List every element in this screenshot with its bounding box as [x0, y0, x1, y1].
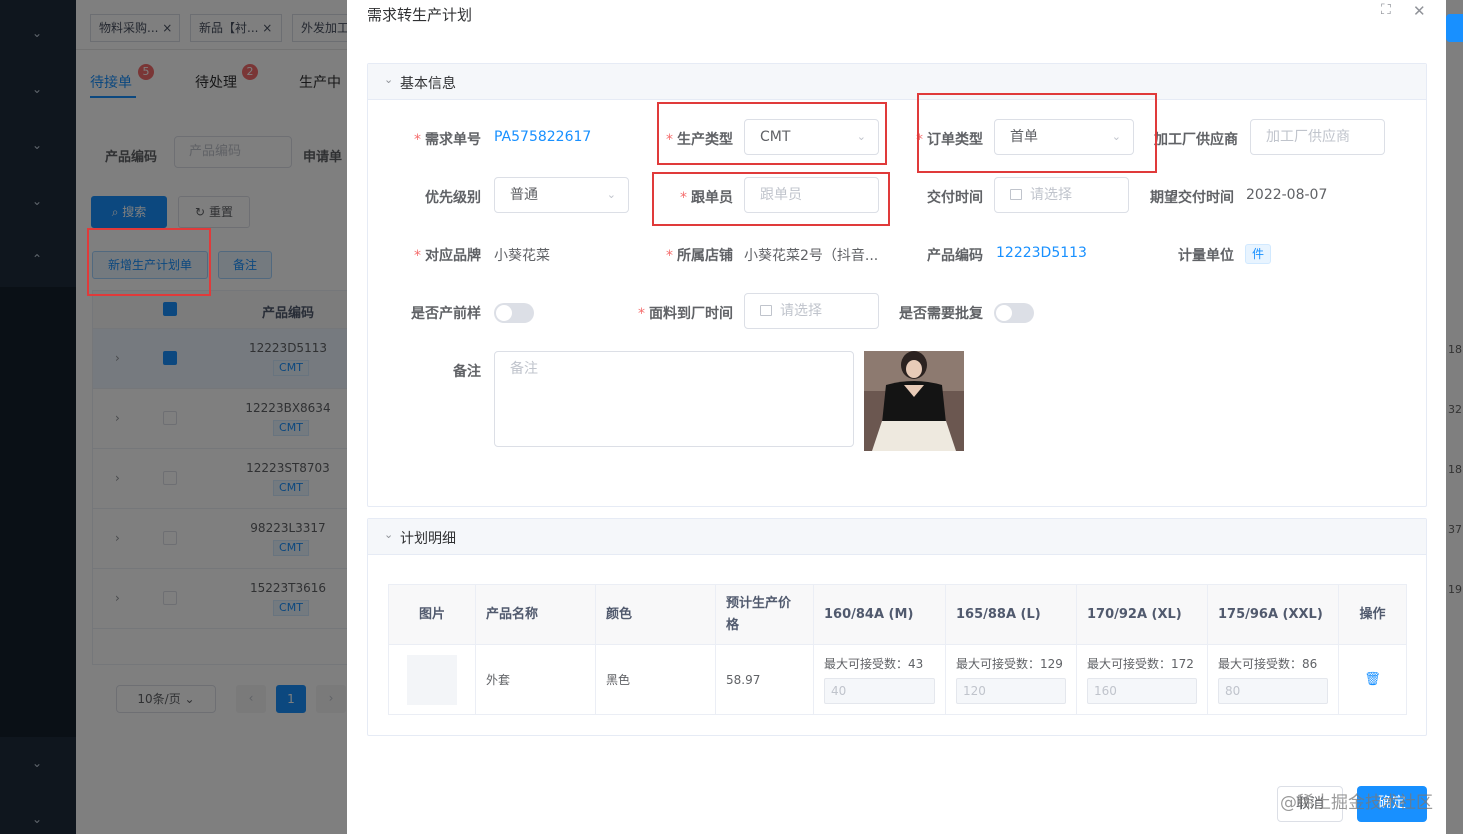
delivery-time-picker[interactable]: 请选择: [994, 177, 1129, 213]
close-icon[interactable]: ✕: [1413, 2, 1426, 20]
priority-label: 优先级别: [425, 190, 481, 206]
plan-dialog: 需求转生产计划 ⛶ ✕ ⌄ 基本信息 * 需求单号 PA575822617 * 生产…: [347, 0, 1446, 834]
request-no-value[interactable]: PA575822617: [494, 129, 591, 145]
unit-tag: 件: [1245, 244, 1272, 264]
color-cell: 黑色: [595, 644, 716, 715]
column-header: 产品名称: [475, 584, 596, 645]
column-header: 165/88A (L): [945, 584, 1077, 645]
store-label: * 所属店铺: [666, 248, 733, 264]
highlight-box: [657, 102, 887, 165]
modal-overlay: [0, 0, 347, 834]
size-cell: 最大可接受数：86 80: [1207, 644, 1339, 715]
price-cell: 58.97: [715, 644, 814, 715]
product-thumbnail: [407, 654, 457, 705]
right-edge-number: 32: [1448, 403, 1462, 416]
plan-detail-header[interactable]: ⌄ 计划明细: [368, 519, 1426, 555]
request-no-label-text: 需求单号: [425, 132, 481, 148]
product-name-cell: 外套: [475, 644, 596, 715]
delivery-time-label: 交付时间: [927, 190, 983, 206]
column-header: 操作: [1338, 584, 1407, 645]
column-header: 预计生产价格: [715, 584, 814, 645]
plan-detail-title: 计划明细: [400, 531, 456, 547]
priority-select[interactable]: 普通 ⌄: [494, 177, 629, 213]
chevron-down-icon: ⌄: [384, 73, 394, 86]
size-cell: 最大可接受数：129 120: [945, 644, 1077, 715]
column-header: 160/84A (M): [813, 584, 946, 645]
brand-value: 小葵花菜: [494, 248, 550, 264]
brand-label: * 对应品牌: [414, 248, 481, 264]
expected-delivery-value: 2022-08-07: [1246, 187, 1328, 203]
chevron-down-icon: ⌄: [384, 528, 394, 541]
fabric-arrival-picker[interactable]: 请选择: [744, 293, 879, 329]
max-accept-label: 最大可接受数：172: [1087, 657, 1194, 671]
plan-table: 图片 产品名称 颜色 预计生产价格 160/84A (M) 165/88A (L…: [388, 584, 1407, 715]
right-edge-number: 18: [1448, 463, 1462, 476]
calendar-icon: [760, 305, 772, 316]
product-code-label: 产品编码: [927, 248, 983, 264]
fullscreen-icon[interactable]: ⛶: [1381, 2, 1391, 18]
max-accept-label: 最大可接受数：43: [824, 657, 924, 671]
plan-detail-card: ⌄ 计划明细 图片 产品名称 颜色 预计生产价格 160/84A (M) 165…: [367, 518, 1427, 736]
background-right-edge: 18 32 18 37 19: [1446, 0, 1463, 834]
basic-info-header[interactable]: ⌄ 基本信息: [368, 64, 1426, 100]
need-approval-label: 是否需要批复: [899, 306, 983, 322]
remark-textarea[interactable]: 备注: [494, 351, 854, 447]
delivery-time-placeholder: 请选择: [1030, 187, 1072, 203]
column-header: 颜色: [595, 584, 716, 645]
size-quantity-input[interactable]: 120: [956, 678, 1066, 704]
delete-icon[interactable]: 🗑: [1349, 672, 1396, 687]
chevron-down-icon: ⌄: [606, 188, 616, 201]
side-float-button[interactable]: [1446, 14, 1463, 42]
max-accept-label: 最大可接受数：129: [956, 657, 1063, 671]
column-header: 图片: [388, 584, 476, 645]
expected-delivery-label: 期望交付时间: [1150, 190, 1234, 206]
fabric-arrival-label: * 面料到厂时间: [638, 306, 733, 322]
size-cell: 最大可接受数：172 160: [1076, 644, 1208, 715]
size-quantity-input[interactable]: 40: [824, 678, 935, 704]
need-approval-switch[interactable]: [994, 303, 1034, 323]
fabric-arrival-placeholder: 请选择: [780, 303, 822, 319]
calendar-icon: [1010, 189, 1022, 200]
watermark: @稀土掘金技术社区: [1280, 793, 1433, 813]
size-quantity-input[interactable]: 80: [1218, 678, 1328, 704]
max-accept-label: 最大可接受数：86: [1218, 657, 1318, 671]
store-label-text: 所属店铺: [677, 248, 733, 264]
dialog-title: 需求转生产计划: [367, 6, 473, 24]
pre-sample-switch[interactable]: [494, 303, 534, 323]
highlight-box: [917, 93, 1157, 173]
column-header: 175/96A (XXL): [1207, 584, 1339, 645]
highlight-box: [87, 228, 211, 296]
supplier-input[interactable]: 加工厂供应商: [1250, 119, 1385, 155]
size-cell: 最大可接受数：43 40: [813, 644, 946, 715]
right-edge-number: 37: [1448, 523, 1462, 536]
right-edge-number: 19: [1448, 583, 1462, 596]
product-photo: [864, 351, 964, 451]
app-root: ⌄ ⌄ ⌄ ⌄ ⌃ ⌄ ⌄ 物料采购... × 新品【衬... × 外发加工 待…: [0, 0, 1463, 834]
unit-label: 计量单位: [1178, 248, 1234, 264]
right-edge-number: 18: [1448, 343, 1462, 356]
product-code-value[interactable]: 12223D5113: [996, 245, 1087, 261]
pre-sample-label: 是否产前样: [411, 306, 481, 322]
remark-label: 备注: [453, 364, 481, 380]
size-quantity-input[interactable]: 160: [1087, 678, 1197, 704]
plan-table-header: 图片 产品名称 颜色 预计生产价格 160/84A (M) 165/88A (L…: [388, 584, 1407, 645]
priority-value: 普通: [510, 187, 538, 203]
request-no-label: * 需求单号: [414, 132, 481, 148]
store-value: 小葵花菜2号（抖音...: [744, 248, 879, 264]
basic-info-title: 基本信息: [400, 76, 456, 92]
highlight-box: [652, 172, 890, 226]
brand-label-text: 对应品牌: [425, 248, 481, 264]
table-row: 外套 黑色 58.97 最大可接受数：43 40 最大可接受数：129 120 最大…: [388, 644, 1407, 715]
fabric-arrival-label-text: 面料到厂时间: [649, 306, 733, 322]
column-header: 170/92A (XL): [1076, 584, 1208, 645]
